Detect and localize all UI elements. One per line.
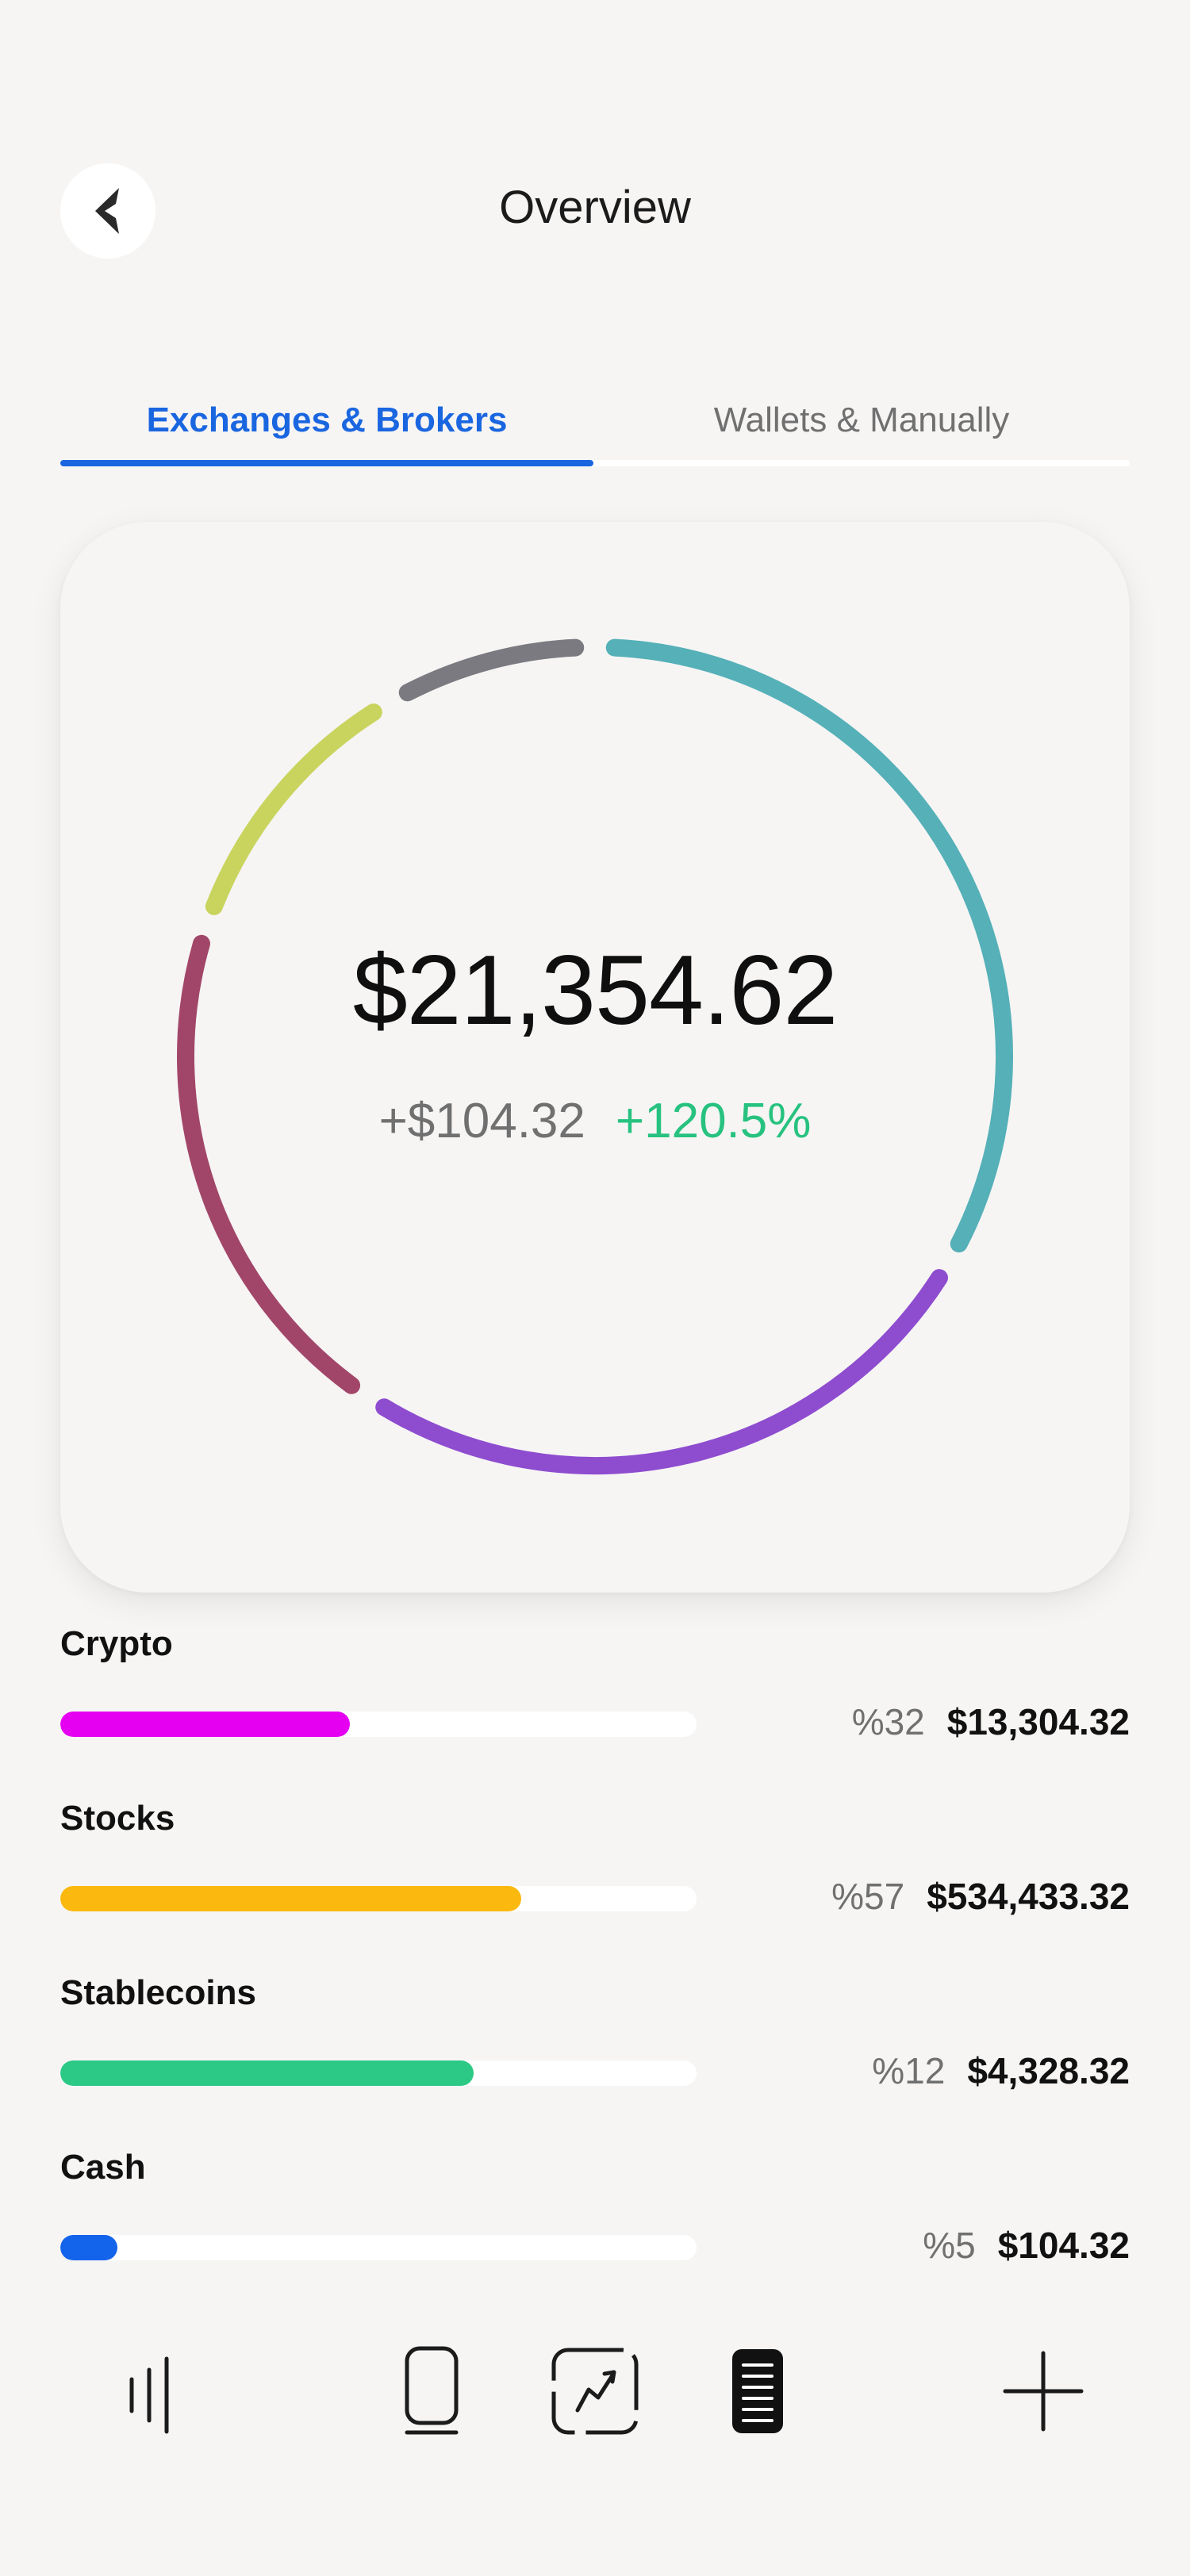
portfolio-total-value: $21,354.62 <box>352 936 839 1045</box>
asset-amount: $13,304.32 <box>946 1701 1130 1742</box>
phone-icon <box>405 2346 459 2435</box>
asset-name: Cash <box>60 2148 146 2187</box>
asset-row-cash[interactable]: Cash %5 $104.32 <box>60 2148 1130 2306</box>
asset-progress-track <box>60 2235 697 2260</box>
asset-progress-track <box>60 1886 697 1911</box>
asset-percent: %32 <box>851 1701 925 1742</box>
nav-add-button[interactable] <box>996 2332 1091 2451</box>
nav-list-button[interactable] <box>714 2332 801 2451</box>
bars-icon <box>129 2356 169 2434</box>
tab-wallets-manually[interactable]: Wallets & Manually <box>593 381 1130 460</box>
change-absolute: +$104.32 <box>378 1094 585 1148</box>
change-percent: +120.5% <box>615 1094 812 1148</box>
asset-progress-fill <box>60 2060 474 2086</box>
bottom-nav <box>0 2332 1190 2451</box>
tab-exchanges-brokers[interactable]: Exchanges & Brokers <box>60 381 593 460</box>
ring-segment-4 <box>205 703 382 915</box>
asset-progress-fill <box>60 1886 522 1911</box>
allocation-ring-chart <box>177 638 1013 1474</box>
asset-amount: $104.32 <box>997 2225 1130 2266</box>
tab-active-indicator <box>60 460 593 466</box>
asset-percent: %12 <box>872 2050 946 2091</box>
asset-progress-track <box>60 1712 697 1737</box>
asset-amount: $534,433.32 <box>927 1876 1130 1917</box>
portfolio-summary-card: $21,354.62 +$104.32 +120.5% <box>60 522 1130 1593</box>
asset-progress-fill <box>60 2235 118 2260</box>
nav-phone-button[interactable] <box>389 2332 476 2451</box>
asset-name: Crypto <box>60 1624 173 1663</box>
asset-progress-fill <box>60 1712 350 1737</box>
list-icon <box>732 2349 783 2433</box>
ring-segment-5 <box>398 638 585 702</box>
asset-percent: %5 <box>923 2225 976 2266</box>
nav-chart-button[interactable] <box>547 2332 643 2451</box>
nav-bars-button[interactable] <box>103 2332 198 2451</box>
asset-percent: %57 <box>831 1876 905 1917</box>
asset-amount: $4,328.32 <box>967 2050 1130 2091</box>
asset-name: Stocks <box>60 1799 175 1838</box>
ring-segment-2 <box>375 1269 948 1474</box>
asset-row-stocks[interactable]: Stocks %57 $534,433.32 <box>60 1799 1130 1957</box>
tab-bar: Exchanges & Brokers Wallets & Manually <box>60 381 1130 468</box>
chart-icon <box>551 2348 639 2435</box>
page-title: Overview <box>499 182 691 233</box>
asset-row-stablecoins[interactable]: Stablecoins %12 $4,328.32 <box>60 1973 1130 2132</box>
asset-progress-track <box>60 2060 697 2086</box>
asset-name: Stablecoins <box>60 1973 256 2012</box>
plus-icon <box>1003 2351 1084 2432</box>
portfolio-change: +$104.32 +120.5% <box>60 1093 1130 1149</box>
asset-row-crypto[interactable]: Crypto %32 $13,304.32 <box>60 1624 1130 1783</box>
